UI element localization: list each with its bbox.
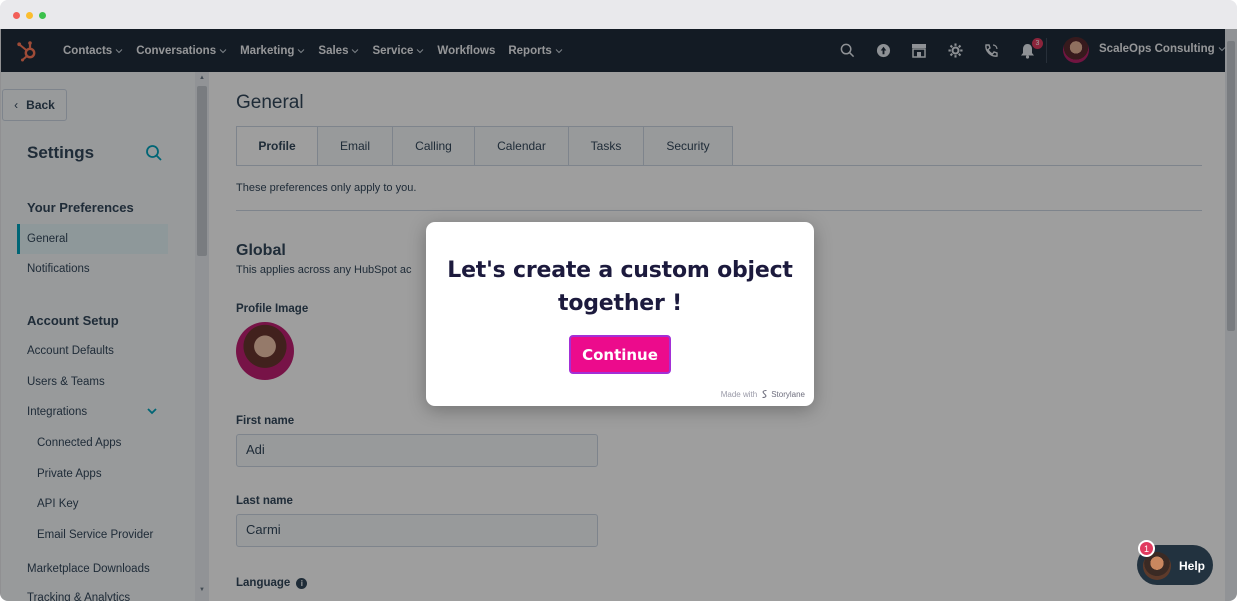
storylane-brand: Storylane <box>771 389 805 399</box>
close-window-dot[interactable] <box>13 12 20 19</box>
modal-title: Let's create a custom object together ! <box>447 258 793 316</box>
guide-modal: Let's create a custom object together ! … <box>426 222 814 406</box>
made-with-text: Made with <box>720 389 758 399</box>
made-with-storylane[interactable]: Made with Storylane <box>721 389 805 399</box>
storylane-logo-icon <box>762 389 767 399</box>
help-label: Help <box>1179 559 1206 573</box>
continue-button[interactable]: Continue <box>569 335 671 374</box>
maximize-window-dot[interactable] <box>39 12 46 19</box>
window-chrome <box>0 0 1237 29</box>
help-badge: 1 <box>1138 540 1155 557</box>
minimize-window-dot[interactable] <box>26 12 33 19</box>
browser-window: Contacts Conversations Marketing Sales S… <box>0 0 1237 601</box>
